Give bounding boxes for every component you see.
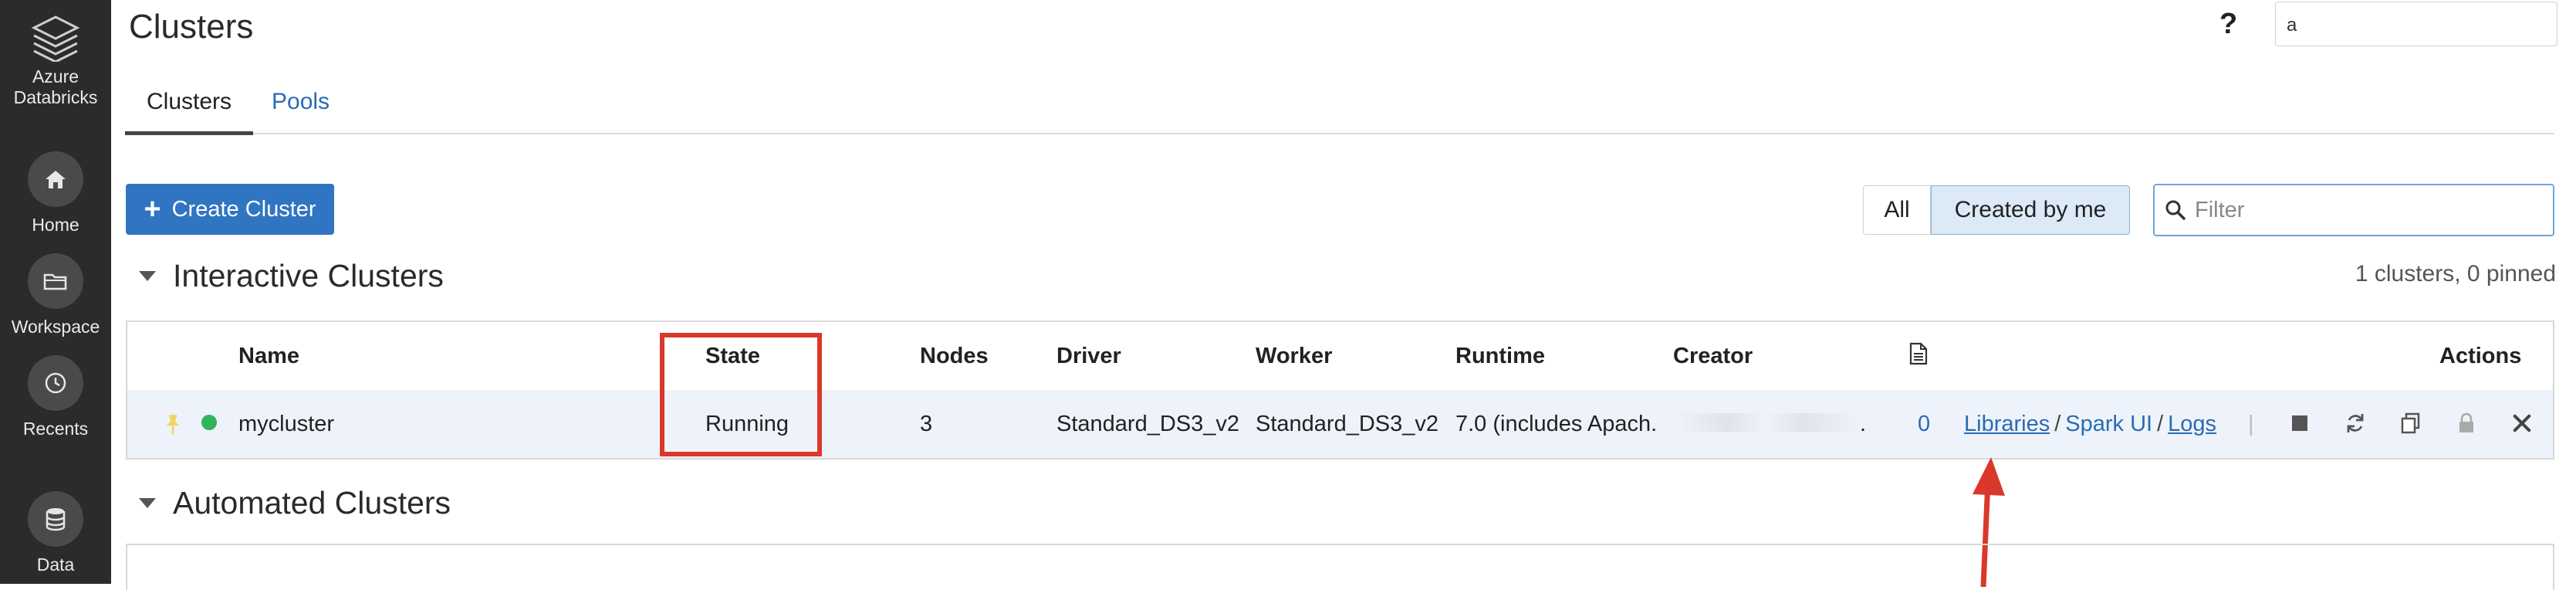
automated-clusters-table [126,544,2554,590]
col-header-creator[interactable]: Creator [1673,344,1753,369]
sidebar-item-label: Recents [22,419,89,439]
stop-icon[interactable] [2288,412,2311,435]
logs-link[interactable]: Logs [2168,412,2216,436]
page-title: Clusters [129,8,254,46]
col-header-driver[interactable]: Driver [1056,344,1121,369]
user-menu-box[interactable]: a [2275,2,2557,46]
link-separator: / [2157,412,2164,436]
col-header-nodes[interactable]: Nodes [920,344,989,369]
plus-icon: + [144,193,161,225]
create-cluster-label: Create Cluster [171,196,316,222]
spark-ui-link[interactable]: Spark UI [2065,412,2152,436]
creator-redacted [1673,413,1858,432]
col-header-actions: Actions [2439,344,2522,368]
caret-down-icon [139,271,156,281]
caret-down-icon [139,498,156,508]
tab-bar: Clusters Pools [125,73,2554,135]
home-icon [28,151,83,207]
cluster-count: 1 clusters, 0 pinned [2355,261,2556,287]
col-header-name[interactable]: Name [238,344,299,369]
brand-logo[interactable]: Azure Databricks [0,14,111,108]
cluster-name-link[interactable]: mycluster [238,412,334,437]
help-icon[interactable]: ? [2219,8,2237,41]
cluster-worker: Standard_DS3_v2 [1256,412,1438,436]
actions-divider: | [2248,412,2254,436]
filter-input[interactable] [2193,196,2536,224]
restart-icon[interactable] [2344,412,2367,435]
tab-pools[interactable]: Pools [250,83,351,131]
brand-text: Azure Databricks [13,66,98,107]
link-separator: / [2054,412,2061,436]
table-header: Name State Nodes Driver Worker Runtime C… [127,322,2553,392]
tab-clusters[interactable]: Clusters [125,83,254,135]
filter-all-button[interactable]: All [1863,185,1931,235]
interactive-clusters-header[interactable]: Interactive Clusters [139,258,444,294]
filter-created-by-me-button[interactable]: Created by me [1931,185,2130,235]
folder-icon [28,253,83,309]
table-row[interactable]: mycluster Running 3 Standard_DS3_v2 Stan… [127,390,2553,458]
automated-clusters-header[interactable]: Automated Clusters [139,485,451,521]
col-header-notebooks[interactable] [1909,342,1928,371]
search-icon [2165,200,2186,220]
database-icon [28,491,83,547]
interactive-clusters-table: Name State Nodes Driver Worker Runtime C… [126,320,2554,459]
interactive-clusters-title: Interactive Clusters [173,258,444,293]
create-cluster-button[interactable]: + Create Cluster [126,184,334,235]
sidebar-item-label: Workspace [11,317,100,337]
cluster-links: Libraries / Spark UI / Logs [1964,412,2216,437]
pin-icon[interactable] [161,413,184,436]
clock-icon [28,355,83,411]
sidebar-item-recents[interactable]: Recents [0,355,111,439]
notebooks-count-link[interactable]: 0 [1918,412,1930,437]
sidebar-item-data[interactable]: Data [0,491,111,575]
ownership-filter-toggle: All Created by me [1863,185,2130,235]
filter-field[interactable] [2153,184,2554,236]
lock-icon[interactable] [2455,412,2478,435]
notebook-icon [1909,342,1928,365]
col-header-worker[interactable]: Worker [1256,344,1332,369]
sidebar-item-home[interactable]: Home [0,151,111,236]
cluster-creator: . [1860,412,1867,436]
status-running-icon [200,413,218,432]
cluster-driver: Standard_DS3_v2 [1056,412,1239,436]
libraries-link[interactable]: Libraries [1964,412,2050,436]
clone-icon[interactable] [2399,412,2422,435]
cluster-nodes: 3 [920,412,933,436]
sidebar-item-label: Home [32,215,79,235]
sidebar-item-workspace[interactable]: Workspace [0,253,111,337]
automated-clusters-title: Automated Clusters [173,485,451,520]
user-initial: a [2287,15,2297,36]
sidebar-item-label: Data [36,554,75,575]
sidebar: Azure Databricks Home Workspace Recents … [0,0,111,584]
col-header-runtime[interactable]: Runtime [1455,344,1545,369]
databricks-logo-icon [31,15,80,62]
state-highlight-box [660,333,822,456]
cluster-runtime: 7.0 (includes Apach. [1455,412,1658,436]
delete-icon[interactable] [2510,412,2534,435]
